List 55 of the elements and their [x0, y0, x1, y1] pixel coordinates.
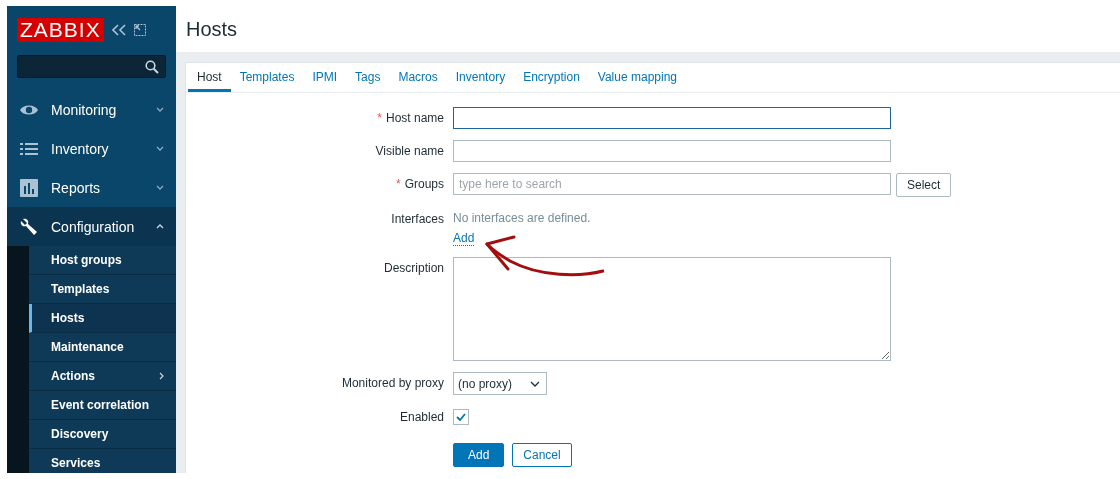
chevron-down-icon	[530, 380, 540, 387]
submenu-item[interactable]: Hosts	[29, 304, 176, 333]
fullscreen-icon[interactable]	[133, 24, 146, 36]
tab[interactable]: Templates	[230, 63, 304, 92]
required-mark: *	[377, 110, 382, 127]
tab[interactable]: IPMI	[303, 63, 347, 92]
page-title: Hosts	[186, 17, 238, 41]
field-label: Interfaces	[391, 211, 444, 228]
submenu-item[interactable]: Event correlation	[29, 391, 176, 420]
required-mark: *	[395, 176, 401, 193]
search-field[interactable]: type here to search	[453, 173, 891, 195]
search-icon	[145, 59, 159, 74]
field-label: Visible name	[375, 143, 444, 160]
menu-item[interactable]: Inventory	[7, 129, 176, 168]
tab[interactable]: Encryption	[514, 63, 589, 92]
list-icon	[20, 142, 38, 155]
field-label: Groups	[404, 176, 444, 193]
tab[interactable]: Value mapping	[588, 63, 686, 92]
submenu-item[interactable]: Host groups	[29, 246, 176, 275]
field-label: Enabled	[399, 409, 444, 426]
chevron-down-icon	[156, 185, 164, 190]
checkmark-icon	[456, 413, 466, 421]
empty-message: No interfaces are defined.	[453, 211, 592, 225]
chevron-down-icon	[156, 107, 164, 112]
collapse-icon[interactable]	[111, 24, 126, 36]
tab[interactable]: Inventory	[446, 63, 515, 92]
submenu-item[interactable]: Maintenance	[29, 333, 176, 362]
submenu-item[interactable]: Services	[29, 449, 176, 473]
bar-chart-icon	[20, 178, 38, 197]
search-field[interactable]	[17, 55, 166, 78]
dropdown[interactable]: (no proxy)	[453, 372, 547, 395]
tab[interactable]: Macros	[389, 63, 447, 92]
chevron-right-icon	[159, 372, 164, 380]
tab[interactable]: Host	[188, 63, 231, 92]
menu-item[interactable]: Reports	[7, 168, 176, 207]
checkbox[interactable]	[453, 409, 469, 425]
field-label: Host name	[385, 110, 444, 127]
menu-item[interactable]: Configuration	[7, 207, 176, 246]
menu-item[interactable]: Monitoring	[7, 90, 176, 129]
submenu-item[interactable]: Discovery	[29, 420, 176, 449]
text-field[interactable]	[453, 107, 891, 129]
field-label: Monitored by proxy	[341, 375, 444, 392]
add-link[interactable]: Add	[453, 231, 475, 246]
logo[interactable]: ZABBIX	[17, 18, 104, 42]
chevron-down-icon	[156, 146, 164, 151]
chevron-up-icon	[156, 224, 164, 229]
field-label: Description	[383, 260, 444, 277]
text-field[interactable]	[453, 140, 891, 162]
form-button[interactable]: Cancel	[512, 443, 572, 467]
tab[interactable]: Tags	[346, 63, 390, 92]
form-button[interactable]: Add	[453, 443, 505, 467]
wrench-icon	[20, 217, 38, 236]
submenu-item[interactable]: Actions	[29, 362, 176, 391]
submenu-item[interactable]: Templates	[29, 275, 176, 304]
select-button[interactable]: Select	[896, 173, 952, 197]
